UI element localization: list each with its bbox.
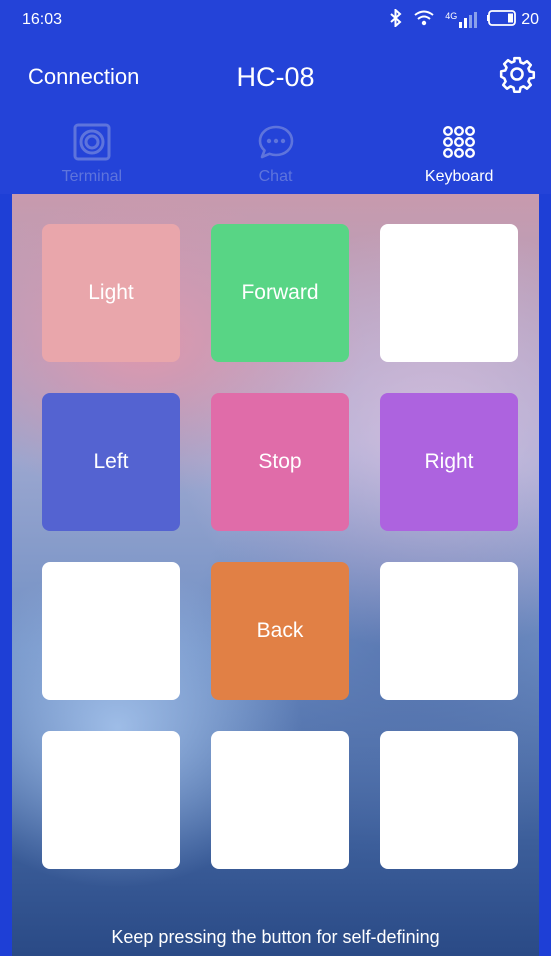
key-grid: Light Forward Left Stop Right Back — [42, 224, 518, 869]
app-bar: Connection HC-08 — [0, 40, 551, 116]
forward-key[interactable]: Forward — [211, 224, 349, 362]
chat-icon — [257, 122, 295, 162]
light-key[interactable]: Light — [42, 224, 180, 362]
tab-chat[interactable]: Chat — [184, 116, 368, 194]
keypad-icon — [441, 122, 477, 162]
custom-key-11[interactable] — [211, 731, 349, 869]
tab-terminal[interactable]: Terminal — [0, 116, 184, 194]
battery-level: 20 — [521, 11, 539, 28]
phone-screen: 16:03 4G 20 Connection HC-08 Terminal Ch… — [0, 0, 551, 956]
custom-key-7[interactable] — [42, 562, 180, 700]
left-key[interactable]: Left — [42, 393, 180, 531]
bluetooth-icon — [389, 7, 403, 32]
status-icons: 4G 20 — [389, 7, 539, 32]
gear-icon — [498, 55, 536, 98]
hint-text: Keep pressing the button for self-defini… — [111, 927, 440, 947]
connection-button[interactable]: Connection — [28, 64, 139, 90]
status-time: 16:03 — [22, 11, 63, 28]
battery-indicator: 20 — [487, 9, 539, 31]
tab-keyboard[interactable]: Keyboard — [367, 116, 551, 194]
tab-terminal-label: Terminal — [61, 168, 123, 185]
battery-icon — [487, 9, 517, 31]
keyboard-panel: Light Forward Left Stop Right Back Keep … — [12, 194, 539, 956]
tab-keyboard-label: Keyboard — [424, 168, 494, 185]
custom-key-12[interactable] — [380, 731, 518, 869]
terminal-icon — [73, 122, 111, 162]
device-name: HC-08 — [236, 62, 315, 92]
signal-icon: 4G — [445, 11, 478, 28]
wifi-icon — [413, 9, 435, 32]
tab-bar: Terminal Chat Keyboard — [0, 116, 551, 194]
status-bar: 16:03 4G 20 — [0, 0, 551, 40]
right-key[interactable]: Right — [380, 393, 518, 531]
stop-key[interactable]: Stop — [211, 393, 349, 531]
tab-chat-label: Chat — [258, 168, 293, 185]
custom-key-10[interactable] — [42, 731, 180, 869]
custom-key-9[interactable] — [380, 562, 518, 700]
settings-button[interactable] — [497, 56, 537, 96]
network-type: 4G — [445, 11, 458, 21]
back-key[interactable]: Back — [211, 562, 349, 700]
custom-key-3[interactable] — [380, 224, 518, 362]
hint-container: Keep pressing the button for self-defini… — [12, 927, 539, 948]
